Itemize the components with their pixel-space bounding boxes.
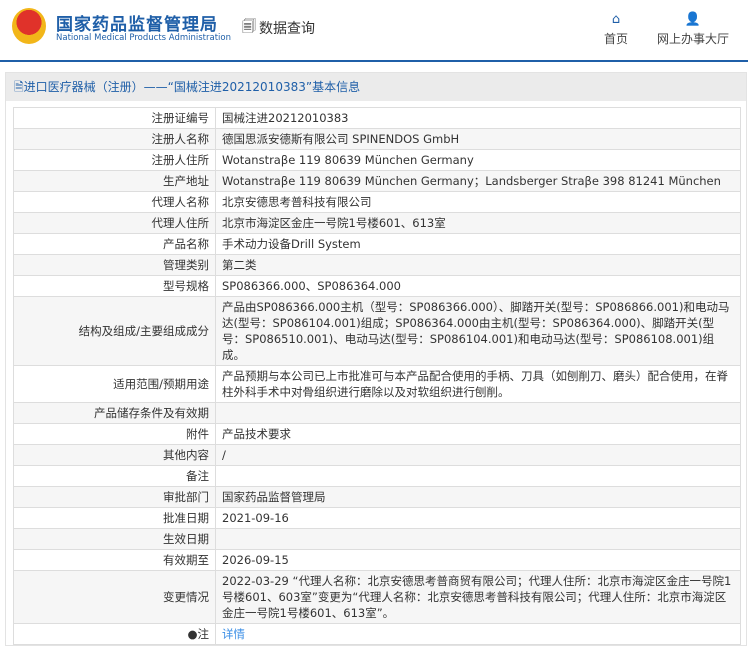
- document-icon: 🗎: [14, 80, 24, 94]
- row-label: 注册人名称: [13, 128, 216, 150]
- row-label: 型号规格: [13, 275, 216, 297]
- row-value: 产品技术要求: [215, 423, 741, 445]
- table-row: 其他内容 /: [13, 444, 741, 466]
- detail-panel: 🗎进口医疗器械（注册）——“国械注进20212010383”基本信息 注册证编号…: [5, 72, 747, 646]
- table-row: 变更情况 2022-03-29 “代理人名称：北京安德思考普商贸有限公司；代理人住…: [13, 570, 741, 624]
- row-label: 变更情况: [13, 570, 216, 624]
- table-row: 备注: [13, 465, 741, 487]
- row-value: [215, 465, 741, 487]
- home-icon: ⌂: [611, 12, 621, 27]
- row-label: 代理人名称: [13, 191, 216, 213]
- row-value: 第二类: [215, 254, 741, 276]
- detail-table: 注册证编号 国械注进20212010383 注册人名称 德国思派安德斯有限公司 SPI…: [13, 107, 741, 645]
- user-icon: 👤: [684, 12, 702, 27]
- row-value: Wotanstraβe 119 80639 München Germany；La…: [215, 170, 741, 192]
- table-row: 适用范围/预期用途 产品预期与本公司已上市批准可与本产品配合使用的手柄、刀具（如刨…: [13, 365, 741, 403]
- table-row: 管理类别 第二类: [13, 254, 741, 276]
- row-label: 批准日期: [13, 507, 216, 529]
- row-label: 适用范围/预期用途: [13, 365, 216, 403]
- row-value: 北京安德思考普科技有限公司: [215, 191, 741, 213]
- table-row: 批准日期 2021-09-16: [13, 507, 741, 529]
- row-value: 2021-09-16: [215, 507, 741, 529]
- table-row-note: ●注 详情: [13, 623, 741, 645]
- nav-online-hall[interactable]: 👤 网上办事大厅: [657, 12, 729, 47]
- row-label: 有效期至: [13, 549, 216, 571]
- row-value: 产品预期与本公司已上市批准可与本产品配合使用的手柄、刀具（如刨削刀、磨头）配合使…: [215, 365, 741, 403]
- table-row: 产品储存条件及有效期: [13, 402, 741, 424]
- row-label: 审批部门: [13, 486, 216, 508]
- logo-title: 国家药品监督管理局: [56, 15, 218, 35]
- note-label: 注: [197, 627, 210, 641]
- table-row: 型号规格 SP086366.000、SP086364.000: [13, 275, 741, 297]
- row-value: 手术动力设备Drill System: [215, 233, 741, 255]
- row-value: SP086366.000、SP086364.000: [215, 275, 741, 297]
- row-label: 附件: [13, 423, 216, 445]
- table-row: 注册人住所 Wotanstraβe 119 80639 München Germa…: [13, 149, 741, 171]
- nav-home[interactable]: ⌂ 首页: [604, 12, 628, 47]
- row-value: 2026-09-15: [215, 549, 741, 571]
- panel-title: 🗎进口医疗器械（注册）——“国械注进20212010383”基本信息: [6, 73, 746, 101]
- row-value: 德国思派安德斯有限公司 SPINENDOS GmbH: [215, 128, 741, 150]
- row-value: [215, 528, 741, 550]
- row-label: 管理类别: [13, 254, 216, 276]
- table-row: 有效期至 2026-09-15: [13, 549, 741, 571]
- row-value: /: [215, 444, 741, 466]
- table-row: 生产地址 Wotanstraβe 119 80639 München German…: [13, 170, 741, 192]
- row-value: 国家药品监督管理局: [215, 486, 741, 508]
- document-search-icon: 🗐: [242, 19, 256, 35]
- site-header: 国家药品监督管理局 National Medical Products Admi…: [0, 0, 748, 62]
- row-label: 产品储存条件及有效期: [13, 402, 216, 424]
- data-query-link[interactable]: 🗐 数据查询: [242, 16, 315, 40]
- row-value: [215, 402, 741, 424]
- row-label: 注册人住所: [13, 149, 216, 171]
- logo-subtitle: National Medical Products Administration: [56, 33, 231, 43]
- row-value: 2022-03-29 “代理人名称：北京安德思考普商贸有限公司；代理人住所：北京…: [215, 570, 741, 624]
- national-emblem-logo: [12, 8, 46, 44]
- table-row: 产品名称 手术动力设备Drill System: [13, 233, 741, 255]
- details-link[interactable]: 详情: [222, 627, 245, 641]
- table-row: 代理人名称 北京安德思考普科技有限公司: [13, 191, 741, 213]
- table-row: 附件 产品技术要求: [13, 423, 741, 445]
- row-label: 其他内容: [13, 444, 216, 466]
- row-label: 结构及组成/主要组成成分: [13, 296, 216, 366]
- table-row: 代理人住所 北京市海淀区金庄一号院1号楼601、613室: [13, 212, 741, 234]
- row-value: Wotanstraβe 119 80639 München Germany: [215, 149, 741, 171]
- table-row: 结构及组成/主要组成成分 产品由SP086366.000主机（型号：SP08636…: [13, 296, 741, 366]
- row-value: 产品由SP086366.000主机（型号：SP086366.000）、脚踏开关(…: [215, 296, 741, 366]
- row-label: 生产地址: [13, 170, 216, 192]
- table-row: 注册人名称 德国思派安德斯有限公司 SPINENDOS GmbH: [13, 128, 741, 150]
- row-label: 生效日期: [13, 528, 216, 550]
- row-value: 国械注进20212010383: [215, 107, 741, 129]
- row-value: 北京市海淀区金庄一号院1号楼601、613室: [215, 212, 741, 234]
- table-row: 注册证编号 国械注进20212010383: [13, 107, 741, 129]
- row-label: 注册证编号: [13, 107, 216, 129]
- pin-icon: ●: [187, 627, 198, 641]
- row-label: 代理人住所: [13, 212, 216, 234]
- table-row: 审批部门 国家药品监督管理局: [13, 486, 741, 508]
- row-label: 备注: [13, 465, 216, 487]
- table-row: 生效日期: [13, 528, 741, 550]
- row-label: 产品名称: [13, 233, 216, 255]
